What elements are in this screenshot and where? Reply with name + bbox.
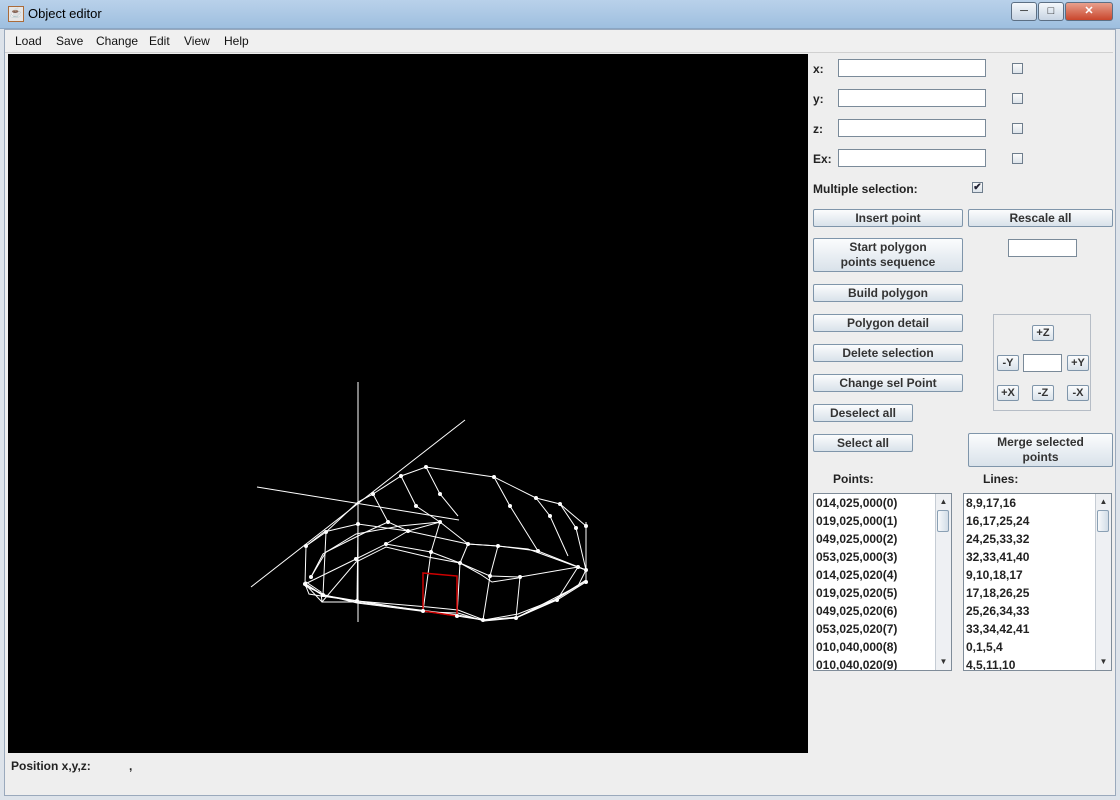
scroll-up-icon[interactable]: ▲ (1097, 495, 1110, 509)
list-item[interactable]: 24,25,33,32 (964, 530, 1111, 548)
scroll-thumb[interactable] (1097, 510, 1109, 532)
list-item[interactable]: 053,025,020(7) (814, 620, 951, 638)
menu-edit[interactable]: Edit (144, 33, 175, 49)
x-lock-checkbox[interactable] (1012, 63, 1023, 74)
build-polygon-button[interactable]: Build polygon (813, 284, 963, 302)
lines-label: Lines: (983, 472, 1019, 486)
title-bar: ☕ Object editor ─ □ ✕ (0, 0, 1120, 29)
menu-bar: Load Save Change Edit View Help (5, 30, 1113, 53)
list-item[interactable]: 33,34,42,41 (964, 620, 1111, 638)
start-polygon-line1: Start polygon (849, 240, 927, 254)
list-item[interactable]: 014,025,000(0) (814, 494, 951, 512)
rescale-field[interactable] (1008, 239, 1077, 257)
list-item[interactable]: 32,33,41,40 (964, 548, 1111, 566)
menu-view[interactable]: View (179, 33, 215, 49)
multiple-selection-checkbox[interactable]: ✔ (972, 182, 983, 193)
scroll-down-icon[interactable]: ▼ (937, 655, 950, 669)
axis-step-field[interactable] (1023, 354, 1062, 372)
x-field[interactable] (838, 59, 986, 77)
list-item[interactable]: 049,025,020(6) (814, 602, 951, 620)
position-value: , (129, 759, 133, 773)
list-item[interactable]: 010,040,020(9) (814, 656, 951, 670)
menu-help[interactable]: Help (219, 33, 254, 49)
ex-field[interactable] (838, 149, 986, 167)
menu-load[interactable]: Load (10, 33, 47, 49)
scroll-up-icon[interactable]: ▲ (937, 495, 950, 509)
scroll-down-icon[interactable]: ▼ (1097, 655, 1110, 669)
plus-y-button[interactable]: +Y (1067, 355, 1089, 371)
list-item[interactable]: 17,18,26,25 (964, 584, 1111, 602)
points-list[interactable]: 014,025,000(0) 019,025,000(1) 049,025,00… (813, 493, 952, 671)
list-item[interactable]: 16,17,25,24 (964, 512, 1111, 530)
list-item[interactable]: 9,10,18,17 (964, 566, 1111, 584)
change-sel-point-button[interactable]: Change sel Point (813, 374, 963, 392)
merge-selected-points-button[interactable]: Merge selected points (968, 433, 1113, 467)
menu-save[interactable]: Save (51, 33, 88, 49)
select-all-button[interactable]: Select all (813, 434, 913, 452)
z-label: z: (813, 122, 823, 136)
points-label: Points: (833, 472, 874, 486)
delete-selection-button[interactable]: Delete selection (813, 344, 963, 362)
multiple-selection-label: Multiple selection: (813, 182, 918, 196)
list-item[interactable]: 049,025,000(2) (814, 530, 951, 548)
lines-scrollbar[interactable]: ▲ ▼ (1095, 494, 1111, 670)
minus-x-button[interactable]: -X (1067, 385, 1089, 401)
window-title: Object editor (28, 6, 102, 21)
ex-label: Ex: (813, 152, 832, 166)
x-label: x: (813, 62, 824, 76)
list-item[interactable]: 010,040,000(8) (814, 638, 951, 656)
points-scrollbar[interactable]: ▲ ▼ (935, 494, 951, 670)
viewport-3d[interactable] (8, 54, 808, 753)
close-button[interactable]: ✕ (1065, 2, 1113, 21)
y-lock-checkbox[interactable] (1012, 93, 1023, 104)
merge-line1: Merge selected (997, 435, 1084, 449)
plus-z-button[interactable]: +Z (1032, 325, 1054, 341)
start-polygon-line2: points sequence (840, 255, 936, 269)
wireframe-model (250, 382, 588, 622)
list-item[interactable]: 019,025,020(5) (814, 584, 951, 602)
polygon-detail-button[interactable]: Polygon detail (813, 314, 963, 332)
minus-z-button[interactable]: -Z (1032, 385, 1054, 401)
status-bar: Position x,y,z: , (5, 755, 1113, 791)
scroll-thumb[interactable] (937, 510, 949, 532)
list-item[interactable]: 4,5,11,10 (964, 656, 1111, 670)
start-polygon-button[interactable]: Start polygon points sequence (813, 238, 963, 272)
java-cup-icon: ☕ (8, 6, 24, 22)
minus-y-button[interactable]: -Y (997, 355, 1019, 371)
menu-change[interactable]: Change (91, 33, 143, 49)
list-item[interactable]: 0,1,5,4 (964, 638, 1111, 656)
list-item[interactable]: 019,025,000(1) (814, 512, 951, 530)
rescale-all-button[interactable]: Rescale all (968, 209, 1113, 227)
maximize-button[interactable]: □ (1038, 2, 1064, 21)
list-item[interactable]: 014,025,020(4) (814, 566, 951, 584)
deselect-all-button[interactable]: Deselect all (813, 404, 913, 422)
ex-lock-checkbox[interactable] (1012, 153, 1023, 164)
merge-line2: points (1022, 450, 1059, 464)
list-item[interactable]: 8,9,17,16 (964, 494, 1111, 512)
lines-list[interactable]: 8,9,17,16 16,17,25,24 24,25,33,32 32,33,… (963, 493, 1112, 671)
minimize-button[interactable]: ─ (1011, 2, 1037, 21)
y-label: y: (813, 92, 824, 106)
position-label: Position x,y,z: (11, 759, 91, 773)
list-item[interactable]: 053,025,000(3) (814, 548, 951, 566)
z-lock-checkbox[interactable] (1012, 123, 1023, 134)
insert-point-button[interactable]: Insert point (813, 209, 963, 227)
z-field[interactable] (838, 119, 986, 137)
list-item[interactable]: 25,26,34,33 (964, 602, 1111, 620)
y-field[interactable] (838, 89, 986, 107)
plus-x-button[interactable]: +X (997, 385, 1019, 401)
